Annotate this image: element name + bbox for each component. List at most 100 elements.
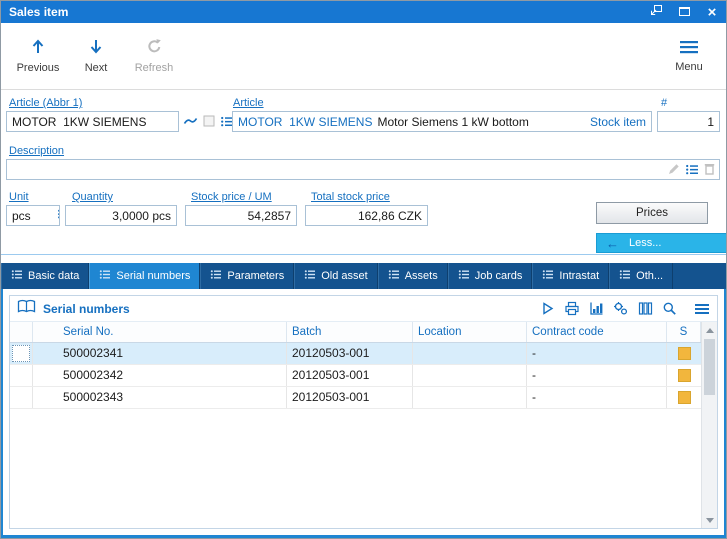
stock-price-field[interactable]: 54,2857 [185,205,297,226]
tab-parameters[interactable]: Parameters [200,263,295,289]
article-field[interactable]: MOTOR 1KW SIEMENS Motor Siemens 1 kW bot… [232,111,652,132]
table-row[interactable]: 500002343 20120503-001 - [10,387,701,409]
edit-icon[interactable] [667,162,681,181]
table-row[interactable]: 500002341 20120503-001 - [10,343,701,365]
previous-label: Previous [16,62,60,74]
columns-icon[interactable] [638,301,653,316]
serial-numbers-grid: Serial No. Batch Location Contract code … [10,322,701,528]
maximize-button[interactable] [670,1,698,23]
search-icon[interactable] [662,301,677,316]
prices-button[interactable]: Prices [596,202,708,224]
tab-job-cards[interactable]: Job cards [447,263,533,289]
number-field[interactable]: 1 [657,111,720,132]
tab-label: Basic data [28,270,80,282]
close-icon: × [707,3,717,21]
table-row[interactable]: 500002342 20120503-001 - [10,365,701,387]
run-icon[interactable] [540,301,555,316]
cell-contract-code[interactable]: - [527,365,667,386]
status-badge [677,369,691,382]
cell-serial-no[interactable]: 500002341 [33,343,287,364]
unit-label[interactable]: Unit [9,191,29,203]
col-location[interactable]: Location [413,322,527,342]
cell-location[interactable] [413,343,527,364]
gears-icon[interactable] [613,301,629,316]
cell-status[interactable] [667,343,701,364]
tab-assets[interactable]: Assets [377,263,448,289]
total-stock-price-label[interactable]: Total stock price [311,191,390,203]
total-stock-price-field[interactable]: 162,86 CZK [305,205,428,226]
picker-icon[interactable] [31,206,59,225]
description-label[interactable]: Description [9,145,64,157]
tab-intrastat[interactable]: Intrastat [532,263,610,289]
status-badge [677,347,691,360]
grid-toolbar [540,301,710,316]
article-link[interactable]: MOTOR 1KW SIEMENS [238,115,372,129]
tab-label: Serial numbers [116,270,191,282]
window-controls: × [642,1,726,23]
number-label: # [661,97,668,109]
tab-serial-numbers[interactable]: Serial numbers [89,263,201,289]
menu-button[interactable]: Menu [660,28,718,84]
cell-batch[interactable]: 20120503-001 [287,365,413,386]
next-label: Next [84,62,108,74]
cell-contract-code[interactable]: - [527,343,667,364]
title-bar: Sales item × [1,1,726,23]
scroll-up-icon[interactable] [702,322,718,338]
next-button[interactable]: Next [67,28,125,84]
grid-menu-icon[interactable] [694,303,710,315]
col-status[interactable]: S [667,322,701,342]
close-button[interactable]: × [698,1,726,23]
print-icon[interactable] [564,301,580,316]
scrollbar-thumb[interactable] [704,339,715,395]
picker-icon[interactable] [685,163,699,181]
cell-status[interactable] [667,387,701,408]
vertical-scrollbar[interactable] [701,322,717,528]
less-label: Less... [629,237,662,249]
cell-contract-code[interactable]: - [527,387,667,408]
delete-icon[interactable] [703,162,716,181]
previous-button[interactable]: Previous [9,28,67,84]
dock-button[interactable] [642,1,670,23]
cell-batch[interactable]: 20120503-001 [287,387,413,408]
list-icon [304,269,316,283]
tab-oth[interactable]: Oth... [609,263,674,289]
article-label[interactable]: Article [233,97,264,109]
prices-label: Prices [636,207,668,219]
stock-item-link[interactable]: Stock item [582,115,646,129]
tab-old-asset[interactable]: Old asset [294,263,378,289]
cell-location[interactable] [413,387,527,408]
scroll-down-icon[interactable] [702,512,718,528]
quantity-field[interactable]: 3,0000 pcs [65,205,177,226]
article-abbr-input[interactable] [6,111,179,132]
col-batch[interactable]: Batch [287,322,413,342]
tab-basic-data[interactable]: Basic data [1,263,90,289]
article-abbr-label[interactable]: Article (Abbr 1) [9,97,82,109]
row-indicator-cell[interactable] [10,365,33,386]
description-field[interactable] [6,159,720,180]
arrow-left-icon: ← [606,235,619,251]
cell-serial-no[interactable]: 500002343 [33,387,287,408]
cell-batch[interactable]: 20120503-001 [287,343,413,364]
menu-label: Menu [675,60,703,73]
open-record-icon[interactable] [202,114,216,133]
refresh-button[interactable]: Refresh [125,28,183,84]
row-indicator-cell[interactable] [10,387,33,408]
chart-icon[interactable] [589,301,604,316]
row-indicator-cell[interactable] [10,343,33,364]
unit-field[interactable]: pcs [6,205,60,226]
quantity-label[interactable]: Quantity [72,191,113,203]
tab-label: Oth... [636,270,664,282]
list-icon [11,269,23,283]
cell-status[interactable] [667,365,701,386]
cell-location[interactable] [413,365,527,386]
relations-icon[interactable] [183,114,198,133]
list-icon [99,269,111,283]
grid-body: 500002341 20120503-001 - 500002342 20120… [10,343,701,409]
col-contract-code[interactable]: Contract code [527,322,667,342]
tab-label: Intrastat [559,270,600,282]
cell-serial-no[interactable]: 500002342 [33,365,287,386]
stock-price-label[interactable]: Stock price / UM [191,191,272,203]
col-serial-no[interactable]: Serial No. [33,322,287,342]
list-icon [388,269,400,283]
less-button[interactable]: ← Less... [596,233,726,253]
